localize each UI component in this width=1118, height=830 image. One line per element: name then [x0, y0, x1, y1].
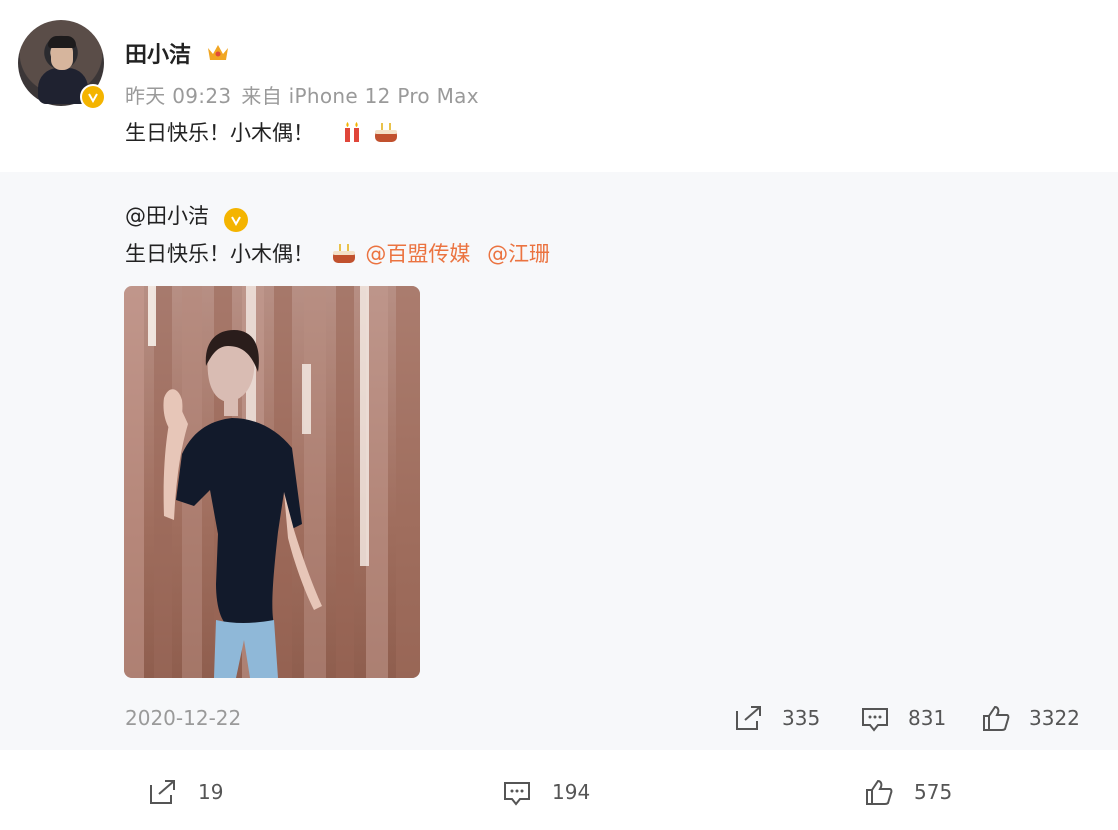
like-button[interactable]: 575: [864, 778, 952, 806]
repost-like-count: 3322: [1029, 706, 1080, 730]
cake-emoji: [332, 244, 355, 263]
post-time: 昨天 09:23: [125, 84, 232, 108]
action-bar: 19 194 575: [0, 750, 1118, 830]
repost-card[interactable]: @田小洁 生日快乐！小木偶！ @百盟传媒 @江珊 2020-12-22 335 …: [0, 172, 1118, 750]
repost-like-stat[interactable]: 3322: [981, 704, 1080, 732]
repost-date: 2020-12-22: [125, 706, 242, 730]
post-card: 田小洁 昨天 09:23 来自 iPhone 12 Pro Max 生日快乐！小木…: [0, 0, 1118, 172]
share-button[interactable]: 19: [148, 778, 223, 806]
post-text-content: 生日快乐！小木偶！: [125, 121, 314, 145]
repost-text-content: 生日快乐！小木偶！: [125, 242, 314, 266]
avatar[interactable]: [18, 20, 106, 110]
comment-count: 194: [552, 780, 591, 804]
post-meta: 昨天 09:23 来自 iPhone 12 Pro Max: [125, 80, 489, 109]
crown-icon: [208, 45, 228, 60]
post-source[interactable]: 来自 iPhone 12 Pro Max: [241, 84, 478, 108]
candle-emoji: [344, 122, 359, 142]
username[interactable]: 田小洁: [125, 37, 191, 69]
like-icon: [983, 705, 1010, 731]
repost-user[interactable]: @田小洁: [125, 200, 248, 232]
share-icon: [736, 706, 761, 730]
comment-icon: [504, 782, 530, 806]
repost-comment-stat[interactable]: 831: [860, 704, 946, 732]
post-text: 生日快乐！小木偶！: [125, 117, 399, 147]
share-icon: [150, 780, 175, 804]
post-photo[interactable]: [124, 286, 420, 678]
cake-emoji: [375, 123, 398, 142]
like-count: 575: [914, 780, 953, 804]
share-count: 19: [198, 780, 224, 804]
comment-button[interactable]: 194: [502, 778, 590, 806]
repost-share-stat[interactable]: 335: [734, 704, 820, 732]
mention-link[interactable]: @百盟传媒: [365, 242, 470, 266]
comment-icon: [862, 708, 888, 732]
mention-link[interactable]: @江珊: [487, 242, 550, 266]
repost-share-count: 335: [782, 706, 821, 730]
verified-icon: [223, 208, 248, 232]
repost-username[interactable]: @田小洁: [125, 204, 209, 228]
repost-comment-count: 831: [908, 706, 947, 730]
verified-icon: [80, 84, 106, 110]
repost-text: 生日快乐！小木偶！ @百盟传媒 @江珊: [125, 238, 550, 268]
like-icon: [866, 779, 893, 805]
